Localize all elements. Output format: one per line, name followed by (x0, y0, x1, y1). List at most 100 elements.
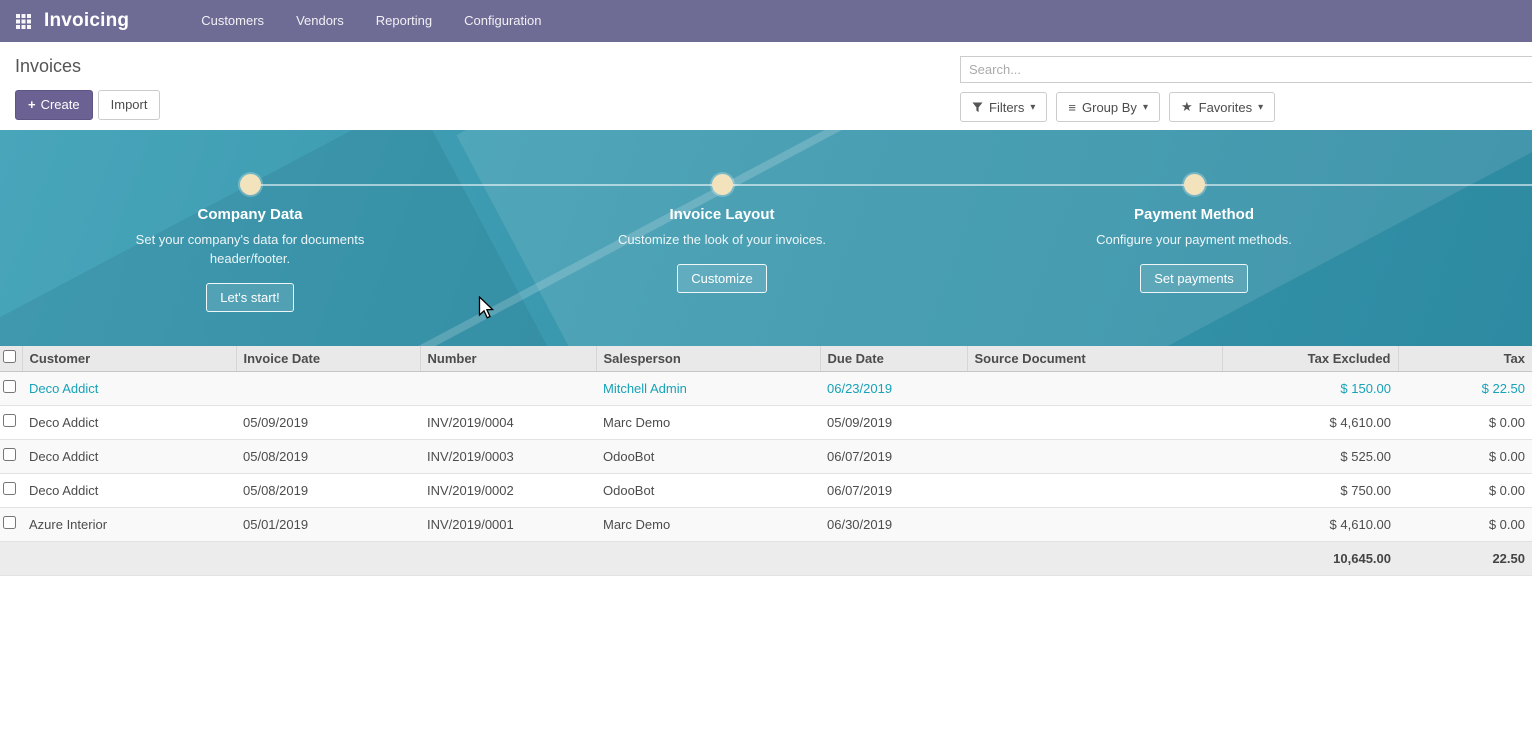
cell-tax: $ 0.00 (1398, 405, 1532, 439)
action-buttons: + Create Import (15, 90, 160, 120)
invoicing-app-screen: Invoicing Customers Vendors Reporting Co… (0, 0, 1532, 753)
cell-customer: Deco Addict (22, 405, 236, 439)
search-options: Filters ▾ ≡ Group By ▾ ★ Favorites ▾ (960, 92, 1532, 122)
cell-customer: Deco Addict (22, 371, 236, 405)
cell-customer: Deco Addict (22, 473, 236, 507)
row-checkbox[interactable] (3, 380, 16, 393)
group-by-button[interactable]: ≡ Group By ▾ (1056, 92, 1160, 122)
page-title: Invoices (15, 56, 81, 77)
caret-down-icon: ▾ (1143, 102, 1148, 113)
cell-tax-excluded: $ 4,610.00 (1222, 507, 1398, 541)
cell-number: INV/2019/0004 (420, 405, 596, 439)
column-header-due-date[interactable]: Due Date (820, 346, 967, 371)
menu-reporting[interactable]: Reporting (360, 0, 448, 42)
onboarding-step-payment-method: Payment Method Configure your payment me… (1044, 174, 1344, 293)
invoice-list-table: Customer Invoice Date Number Salesperson… (0, 346, 1532, 576)
main-menu: Customers Vendors Reporting Configuratio… (185, 0, 557, 42)
step-title: Company Data (100, 206, 400, 223)
cell-number: INV/2019/0001 (420, 507, 596, 541)
star-icon: ★ (1181, 99, 1193, 115)
column-header-customer[interactable]: Customer (22, 346, 236, 371)
table-row[interactable]: Deco Addict Mitchell Admin 06/23/2019 $ … (0, 371, 1532, 405)
group-by-button-label: Group By (1082, 100, 1137, 115)
cell-customer: Azure Interior (22, 507, 236, 541)
cell-source-document (967, 371, 1222, 405)
create-button-label: Create (41, 97, 80, 112)
top-navbar: Invoicing Customers Vendors Reporting Co… (0, 0, 1532, 42)
cell-number: INV/2019/0003 (420, 439, 596, 473)
customize-button[interactable]: Customize (677, 264, 766, 293)
cell-number (420, 371, 596, 405)
cell-due-date: 06/07/2019 (820, 473, 967, 507)
cell-source-document (967, 473, 1222, 507)
table-row[interactable]: Azure Interior 05/01/2019 INV/2019/0001 … (0, 507, 1532, 541)
row-checkbox[interactable] (3, 482, 16, 495)
apps-menu-icon[interactable] (8, 6, 38, 36)
caret-down-icon: ▾ (1030, 102, 1035, 113)
search-input[interactable] (960, 56, 1532, 83)
step-dot (240, 174, 261, 195)
select-all-checkbox[interactable] (3, 350, 16, 363)
cell-invoice-date (236, 371, 420, 405)
column-header-number[interactable]: Number (420, 346, 596, 371)
cell-tax: $ 0.00 (1398, 439, 1532, 473)
cell-tax-excluded: $ 4,610.00 (1222, 405, 1398, 439)
cell-source-document (967, 439, 1222, 473)
total-tax-excluded: 10,645.00 (1222, 541, 1398, 575)
table-row[interactable]: Deco Addict 05/08/2019 INV/2019/0002 Odo… (0, 473, 1532, 507)
cell-tax-excluded: $ 525.00 (1222, 439, 1398, 473)
column-header-salesperson[interactable]: Salesperson (596, 346, 820, 371)
table-header: Customer Invoice Date Number Salesperson… (0, 346, 1532, 371)
grid-icon (16, 14, 31, 29)
cell-tax: $ 0.00 (1398, 473, 1532, 507)
cell-due-date: 05/09/2019 (820, 405, 967, 439)
menu-customers[interactable]: Customers (185, 0, 280, 42)
cell-due-date: 06/07/2019 (820, 439, 967, 473)
column-header-tax-excluded[interactable]: Tax Excluded (1222, 346, 1398, 371)
filters-button-label: Filters (989, 100, 1024, 115)
step-description: Configure your payment methods. (1078, 230, 1310, 249)
filter-icon (972, 102, 983, 113)
totals-row: 10,645.00 22.50 (0, 541, 1532, 575)
column-header-source-document[interactable]: Source Document (967, 346, 1222, 371)
cell-salesperson: Marc Demo (596, 507, 820, 541)
cell-tax: $ 0.00 (1398, 507, 1532, 541)
column-header-tax[interactable]: Tax (1398, 346, 1532, 371)
cell-tax-excluded: $ 750.00 (1222, 473, 1398, 507)
import-button[interactable]: Import (98, 90, 161, 120)
column-header-invoice-date[interactable]: Invoice Date (236, 346, 420, 371)
app-name[interactable]: Invoicing (44, 10, 129, 32)
plus-icon: + (28, 97, 36, 112)
caret-down-icon: ▾ (1258, 102, 1263, 113)
step-dot (712, 174, 733, 195)
onboarding-banner: Company Data Set your company's data for… (0, 130, 1532, 346)
lets-start-button[interactable]: Let's start! (206, 283, 294, 312)
filters-button[interactable]: Filters ▾ (960, 92, 1047, 122)
step-dot (1184, 174, 1205, 195)
favorites-button-label: Favorites (1199, 100, 1252, 115)
table-body: Deco Addict Mitchell Admin 06/23/2019 $ … (0, 371, 1532, 541)
step-description: Customize the look of your invoices. (606, 230, 838, 249)
total-tax: 22.50 (1398, 541, 1532, 575)
cell-source-document (967, 405, 1222, 439)
search-area: Filters ▾ ≡ Group By ▾ ★ Favorites ▾ (960, 56, 1532, 122)
cell-tax: $ 22.50 (1398, 371, 1532, 405)
favorites-button[interactable]: ★ Favorites ▾ (1169, 92, 1275, 122)
row-checkbox[interactable] (3, 448, 16, 461)
onboarding-step-company-data: Company Data Set your company's data for… (100, 174, 400, 312)
cell-invoice-date: 05/08/2019 (236, 473, 420, 507)
table-row[interactable]: Deco Addict 05/09/2019 INV/2019/0004 Mar… (0, 405, 1532, 439)
row-checkbox[interactable] (3, 414, 16, 427)
set-payments-button[interactable]: Set payments (1140, 264, 1248, 293)
cell-due-date: 06/30/2019 (820, 507, 967, 541)
table-row[interactable]: Deco Addict 05/08/2019 INV/2019/0003 Odo… (0, 439, 1532, 473)
menu-configuration[interactable]: Configuration (448, 0, 557, 42)
step-title: Invoice Layout (572, 206, 872, 223)
step-description: Set your company's data for documents he… (134, 230, 366, 268)
cell-customer: Deco Addict (22, 439, 236, 473)
menu-vendors[interactable]: Vendors (280, 0, 360, 42)
cell-invoice-date: 05/09/2019 (236, 405, 420, 439)
create-button[interactable]: + Create (15, 90, 93, 120)
row-checkbox[interactable] (3, 516, 16, 529)
cell-invoice-date: 05/01/2019 (236, 507, 420, 541)
